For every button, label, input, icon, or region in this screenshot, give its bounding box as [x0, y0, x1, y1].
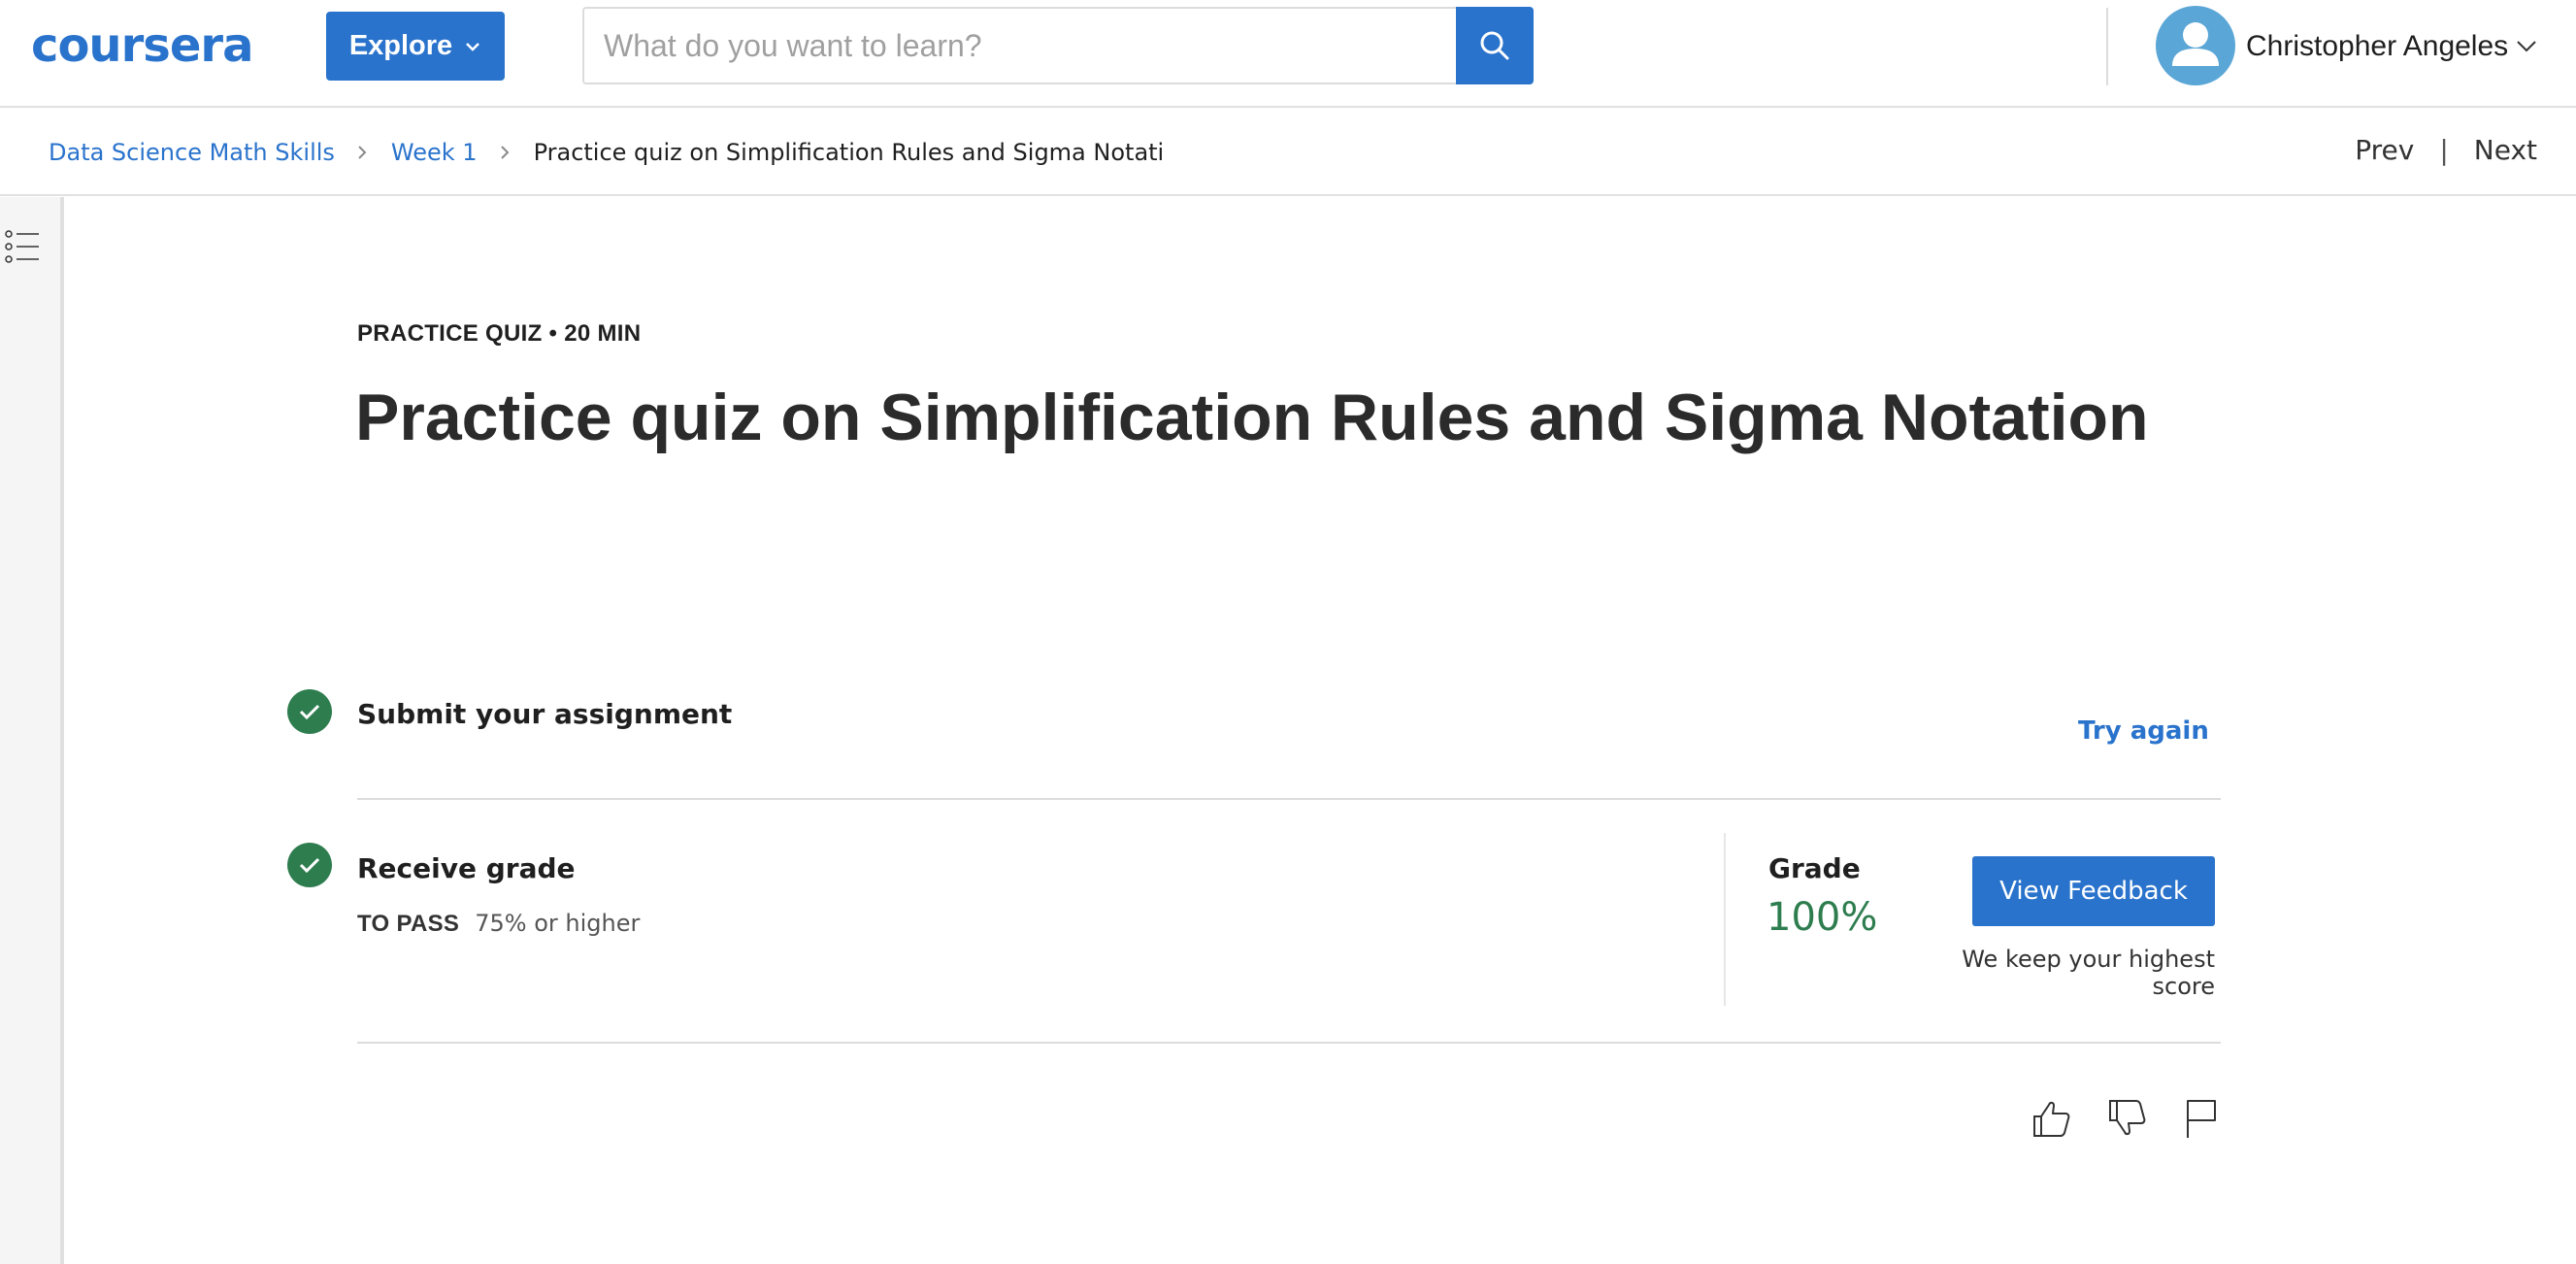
- nav-separator: |: [2439, 134, 2449, 166]
- next-link[interactable]: Next: [2474, 134, 2537, 166]
- highest-score-note: We keep your highest score: [1962, 946, 2215, 1000]
- explore-button[interactable]: Explore: [326, 12, 505, 81]
- page-title: Practice quiz on Simplification Rules an…: [355, 381, 2149, 454]
- thumbs-down-icon[interactable]: [2106, 1095, 2149, 1142]
- explore-label: Explore: [348, 30, 453, 61]
- coursera-logo[interactable]: coursera: [31, 17, 253, 74]
- flag-icon[interactable]: [2180, 1095, 2223, 1142]
- user-icon: [2172, 22, 2219, 66]
- prev-link[interactable]: Prev: [2355, 134, 2414, 166]
- breadcrumb-current: Practice quiz on Simplification Rules an…: [533, 139, 1165, 166]
- chevron-down-icon: [466, 42, 480, 51]
- receive-grade-title: Receive grade: [357, 852, 576, 884]
- chevron-right-icon: [500, 146, 509, 159]
- grade-divider: [1724, 833, 1726, 1006]
- prev-next-nav: Prev | Next: [2355, 134, 2537, 166]
- header-divider: [2106, 8, 2108, 85]
- search-button[interactable]: [1456, 7, 1534, 84]
- divider: [357, 798, 2221, 800]
- breadcrumb-bar: Data Science Math Skills Week 1 Practice…: [0, 109, 2576, 196]
- breadcrumb-course[interactable]: Data Science Math Skills: [49, 136, 335, 169]
- left-rail: [0, 197, 64, 1264]
- to-pass-label: TO PASS: [357, 911, 460, 937]
- breadcrumb-week[interactable]: Week 1: [391, 136, 478, 169]
- to-pass-value: 75% or higher: [475, 910, 641, 937]
- check-circle-icon: [287, 843, 332, 887]
- user-name[interactable]: Christopher Angeles: [2246, 27, 2508, 66]
- grade-label: Grade: [1768, 852, 1861, 884]
- grade-value: 100%: [1767, 895, 1878, 940]
- top-header: coursera Explore Christopher Angeles: [0, 0, 2576, 108]
- submit-assignment-title: Submit your assignment: [357, 698, 733, 730]
- try-again-link[interactable]: Try again: [2078, 716, 2209, 746]
- divider: [357, 1042, 2221, 1044]
- view-feedback-button[interactable]: View Feedback: [1972, 856, 2215, 926]
- search-icon: [1480, 31, 1509, 60]
- search-field[interactable]: [582, 7, 1456, 84]
- check-circle-icon: [287, 689, 332, 734]
- thumbs-up-icon[interactable]: [2031, 1095, 2073, 1142]
- course-outline-icon[interactable]: [4, 227, 43, 266]
- chevron-down-icon[interactable]: [2516, 39, 2537, 54]
- search-input[interactable]: [604, 27, 1456, 64]
- avatar[interactable]: [2156, 6, 2235, 85]
- chevron-right-icon: [358, 146, 367, 159]
- breadcrumb: Data Science Math Skills Week 1 Practice…: [49, 136, 1164, 169]
- quiz-meta: PRACTICE QUIZ • 20 MIN: [357, 320, 642, 347]
- pass-requirement: TO PASS 75% or higher: [357, 910, 640, 938]
